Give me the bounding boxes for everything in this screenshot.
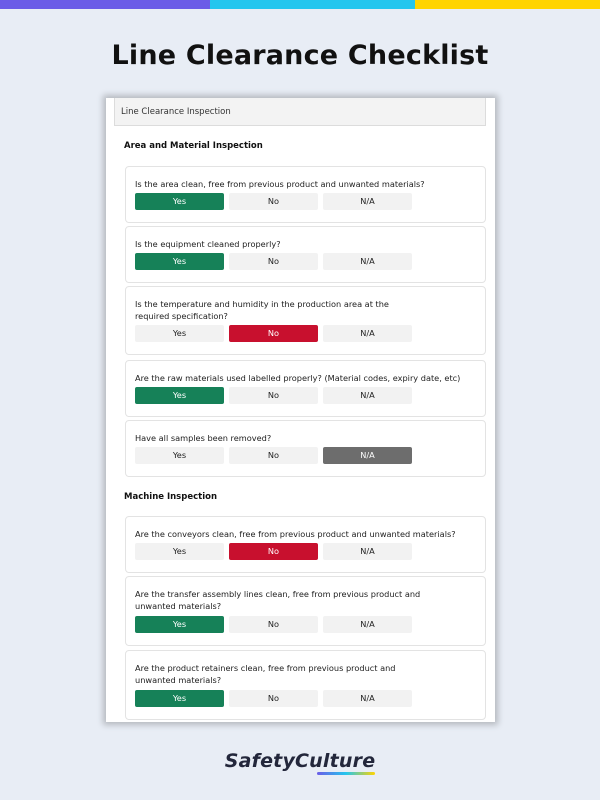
answer-options: Yes No N/A bbox=[135, 253, 412, 270]
option-no-button[interactable]: No bbox=[229, 616, 318, 633]
question-samples-removed: Have all samples been removed? Yes No N/… bbox=[125, 420, 486, 477]
answer-options: Yes No N/A bbox=[135, 193, 412, 210]
question-text: Have all samples been removed? bbox=[135, 433, 272, 443]
answer-options: Yes No N/A bbox=[135, 447, 412, 464]
page-title: Line Clearance Checklist bbox=[111, 40, 489, 71]
section-title-area-material: Area and Material Inspection bbox=[124, 141, 263, 151]
top-bar-cyan-segment bbox=[210, 0, 415, 9]
brand-underline bbox=[316, 772, 376, 775]
option-yes-button[interactable]: Yes bbox=[135, 193, 224, 210]
section-title-machine: Machine Inspection bbox=[124, 492, 218, 502]
option-yes-button[interactable]: Yes bbox=[135, 447, 224, 464]
question-raw-materials-labelled: Are the raw materials used labelled prop… bbox=[125, 360, 486, 417]
option-yes-button[interactable]: Yes bbox=[135, 325, 224, 342]
top-color-bar bbox=[0, 0, 600, 9]
option-na-button[interactable]: N/A bbox=[323, 325, 412, 342]
option-na-button[interactable]: N/A bbox=[323, 543, 412, 560]
question-equipment-cleaned: Is the equipment cleaned properly? Yes N… bbox=[125, 226, 486, 283]
option-na-button[interactable]: N/A bbox=[323, 690, 412, 707]
answer-options: Yes No N/A bbox=[135, 543, 412, 560]
question-conveyors-clean: Are the conveyors clean, free from previ… bbox=[125, 516, 486, 573]
answer-options: Yes No N/A bbox=[135, 387, 412, 404]
answer-options: Yes No N/A bbox=[135, 690, 412, 707]
question-text: Is the temperature and humidity in the p… bbox=[135, 299, 389, 321]
top-bar-yellow-segment bbox=[415, 0, 600, 9]
checklist-card: Line Clearance Inspection Area and Mater… bbox=[106, 98, 495, 722]
question-text: Are the conveyors clean, free from previ… bbox=[135, 529, 456, 539]
option-yes-button[interactable]: Yes bbox=[135, 543, 224, 560]
question-text: Is the equipment cleaned properly? bbox=[135, 239, 281, 249]
brand-name-text: SafetyCulture bbox=[224, 750, 376, 772]
option-no-button[interactable]: No bbox=[229, 253, 318, 270]
option-na-button[interactable]: N/A bbox=[323, 447, 412, 464]
option-yes-button[interactable]: Yes bbox=[135, 387, 224, 404]
option-no-button[interactable]: No bbox=[229, 543, 318, 560]
question-temperature-humidity: Is the temperature and humidity in the p… bbox=[125, 286, 486, 355]
answer-options: Yes No N/A bbox=[135, 325, 412, 342]
option-no-button[interactable]: No bbox=[229, 325, 318, 342]
question-text: Are the raw materials used labelled prop… bbox=[135, 373, 461, 383]
brand-logo: SafetyCulture bbox=[0, 750, 600, 775]
question-text: Are the product retainers clean, free fr… bbox=[135, 663, 396, 685]
top-bar-purple-segment bbox=[0, 0, 210, 9]
option-na-button[interactable]: N/A bbox=[323, 616, 412, 633]
option-na-button[interactable]: N/A bbox=[323, 387, 412, 404]
question-text: Are the transfer assembly lines clean, f… bbox=[135, 589, 421, 611]
option-no-button[interactable]: No bbox=[229, 387, 318, 404]
option-na-button[interactable]: N/A bbox=[323, 253, 412, 270]
option-no-button[interactable]: No bbox=[229, 447, 318, 464]
option-no-button[interactable]: No bbox=[229, 690, 318, 707]
option-no-button[interactable]: No bbox=[229, 193, 318, 210]
answer-options: Yes No N/A bbox=[135, 616, 412, 633]
brand-name: SafetyCulture bbox=[224, 750, 376, 775]
option-yes-button[interactable]: Yes bbox=[135, 690, 224, 707]
question-text: Is the area clean, free from previous pr… bbox=[135, 179, 425, 189]
question-transfer-assembly-lines: Are the transfer assembly lines clean, f… bbox=[125, 576, 486, 646]
question-product-retainers: Are the product retainers clean, free fr… bbox=[125, 650, 486, 720]
option-na-button[interactable]: N/A bbox=[323, 193, 412, 210]
inspection-header: Line Clearance Inspection bbox=[114, 98, 486, 126]
option-yes-button[interactable]: Yes bbox=[135, 616, 224, 633]
option-yes-button[interactable]: Yes bbox=[135, 253, 224, 270]
question-area-clean: Is the area clean, free from previous pr… bbox=[125, 166, 486, 223]
